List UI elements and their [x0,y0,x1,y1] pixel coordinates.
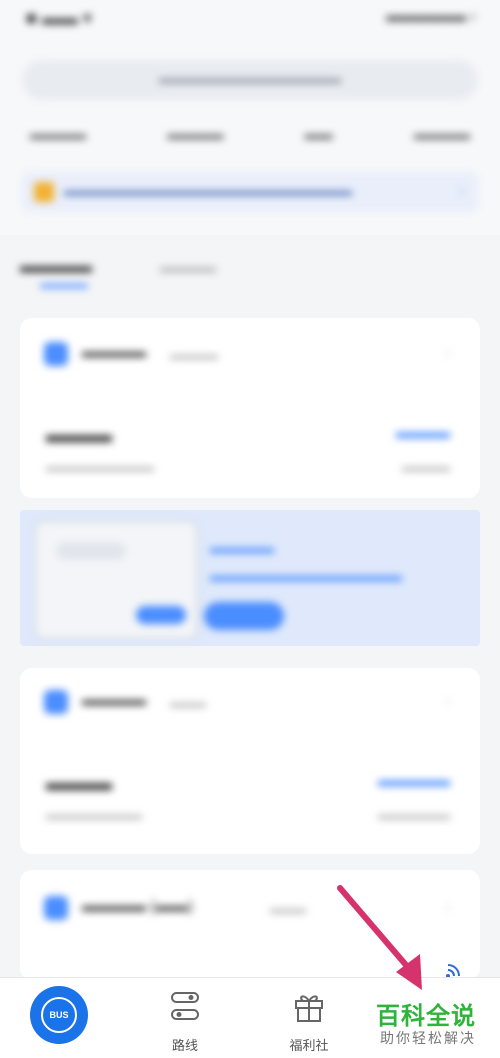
nav-welfare-label: 福利社 [289,1038,329,1053]
search-placeholder: ▬▬▬▬▬▬▬▬▬▬▬▬▬ [159,70,341,86]
shortcut-item[interactable]: ▬▬▬▬ [414,126,470,150]
tab-inactive[interactable]: ▬▬▬▬ [160,259,216,275]
bell-icon [34,182,54,202]
line-name: ▬▬▬▬ [82,692,146,709]
route-icon [171,992,199,1020]
shortcut-item[interactable]: ▬▬ [305,126,333,150]
bus-icon: BUS [41,997,77,1033]
chevron-right-icon: › [445,344,450,360]
shortcut-item[interactable]: ▬▬▬▬ [30,126,86,150]
chevron-right-icon: › [445,692,450,708]
top-right-link[interactable]: ▬▬▬▬▬ › [386,8,476,26]
nav-route[interactable]: 路线 [150,990,220,1054]
route-card[interactable]: ▬▬▬▬ ▬▬▬ › ▬▬▬ ▬▬▬▬▬▬▬▬ ▬▬▬▬ ▬▬▬▬▬▬ [20,668,480,854]
tab-active[interactable]: ▬▬▬▬ [20,256,92,277]
direction-text: ▬▬▬▬▬▬▬▬▬ [46,460,154,474]
stop-count: ▬▬▬ [46,770,112,795]
banner-subtitle: ▬▬▬▬▬▬▬▬▬▬▬▬ [210,568,402,585]
line-meta: ▬▬▬ [270,902,306,916]
shortcut-row: ▬▬▬▬ ▬▬▬▬ ▬▬ ▬▬▬▬ [30,126,470,150]
line-meta: ▬▬▬ [170,696,206,710]
search-bar[interactable]: ▬▬▬▬▬▬▬▬▬▬▬▬▬ [22,60,478,100]
arrival-status: ▬▬▬▬ [378,770,450,790]
banner-button[interactable] [204,602,284,630]
promo-banner[interactable]: ▬▬▬▬ ▬▬▬▬▬▬▬▬▬▬▬▬ [20,510,480,646]
stop-count: ▬▬▬ [46,422,112,447]
direction-text: ▬▬▬▬▬▬▬▬ [46,808,142,822]
header: ■ ▬▬ ▾ ▬▬▬▬▬ › ▬▬▬▬▬▬▬▬▬▬▬▬▬ ▬▬▬▬ ▬▬▬▬ ▬… [0,0,500,235]
tab-indicator [40,284,88,288]
content-tabs: ▬▬▬▬ ▬▬▬▬ [20,256,320,296]
shortcut-item[interactable]: ▬▬▬▬ [167,126,223,150]
bus-line-icon [44,896,68,920]
bus-label: BUS [49,1010,69,1020]
line-meta: ▬▬▬▬ [170,348,218,362]
notice-text: ▬▬▬▬▬▬▬▬▬▬▬▬▬▬▬▬▬▬▬▬▬▬▬▬ [64,184,352,198]
route-card[interactable]: ▬▬▬▬ ▬▬▬▬ › ▬▬▬ ▬▬▬▬▬▬▬▬▬ ▬▬▬ ▬▬▬▬ [20,318,480,498]
watermark-subtitle: 助你轻松解决 [380,1030,476,1046]
arrival-time: ▬▬▬ [396,422,450,442]
bus-line-icon [44,342,68,366]
nav-route-label: 路线 [171,1038,198,1053]
phone-pill [56,542,126,560]
arrival-note: ▬▬▬▬▬▬ [378,808,450,822]
nav-welfare[interactable]: 福利社 [274,990,344,1054]
route-card[interactable]: ▬▬▬▬ (▬▬) ▬▬▬ › [20,870,480,980]
notice-bar[interactable]: ▬▬▬▬▬▬▬▬▬▬▬▬▬▬▬▬▬▬▬▬▬▬▬▬ › [22,172,478,212]
phone-illustration [34,520,198,640]
line-name: ▬▬▬▬ (▬▬) [82,898,194,915]
phone-button [136,606,186,624]
bus-line-icon [44,690,68,714]
watermark-title: 百科全说 [376,1003,476,1030]
banner-title: ▬▬▬▬ [210,540,274,557]
chevron-right-icon: › [459,182,464,198]
gift-icon [295,995,323,1022]
arrival-note: ▬▬▬▬ [402,460,450,474]
city-selector[interactable]: ■ ▬▬ ▾ [26,8,92,29]
line-name: ▬▬▬▬ [82,344,146,361]
chevron-right-icon: › [445,898,450,914]
top-bar: ■ ▬▬ ▾ ▬▬▬▬▬ › [26,8,476,38]
nav-bus-button[interactable]: BUS [30,986,88,1044]
